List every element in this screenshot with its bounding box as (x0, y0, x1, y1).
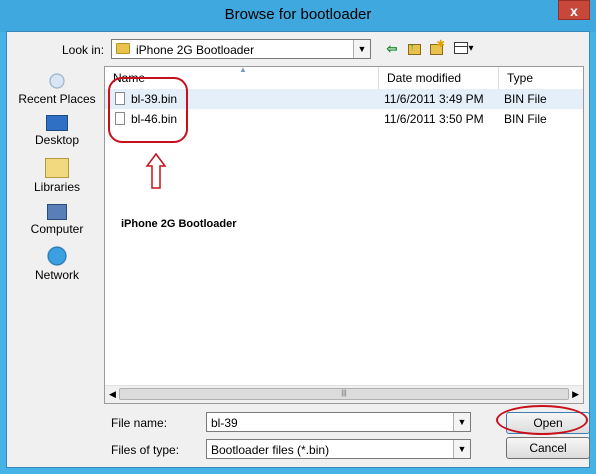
place-label: Desktop (34, 133, 80, 147)
sort-arrow-icon: ▲ (239, 65, 247, 74)
file-name-value: bl-39 (211, 416, 238, 430)
new-folder-icon[interactable] (427, 36, 445, 58)
annotation-circle-open (496, 405, 588, 435)
column-header-date[interactable]: Date modified (379, 67, 499, 89)
annotation-text: iPhone 2G Bootloader (121, 218, 237, 230)
file-type-dropdown[interactable]: Bootloader files (*.bin) ▼ (206, 439, 471, 459)
back-arrow-icon[interactable]: ⇦ (383, 40, 401, 58)
file-type-label: Files of type: (111, 443, 180, 457)
place-label: Network (34, 268, 79, 282)
window-title: Browse for bootloader (224, 6, 372, 23)
libraries-icon (45, 158, 69, 178)
place-label: Libraries (33, 180, 81, 194)
file-date: 11/6/2011 3:49 PM (384, 92, 484, 106)
annotation-up-arrow-icon (145, 153, 167, 189)
scroll-right-icon[interactable]: ▶ (572, 389, 579, 400)
look-in-label: Look in: (62, 43, 105, 57)
file-date: 11/6/2011 3:50 PM (384, 112, 484, 126)
place-recent-places[interactable]: Recent Places (13, 70, 101, 106)
place-network[interactable]: Network (13, 246, 101, 282)
cancel-button[interactable]: Cancel (506, 437, 590, 459)
chevron-down-icon[interactable]: ▼ (453, 413, 470, 431)
annotation-circle-files (108, 77, 188, 143)
file-type: BIN File (504, 112, 547, 126)
up-folder-icon[interactable] (405, 39, 423, 58)
chevron-down-icon[interactable]: ▼ (353, 40, 370, 58)
place-desktop[interactable]: Desktop (13, 115, 101, 147)
close-button[interactable]: x (558, 0, 590, 20)
place-label: Computer (30, 222, 84, 236)
horizontal-scrollbar[interactable]: ◀ ||| ▶ (105, 385, 583, 403)
dialog-body: Look in: iPhone 2G Bootloader ▼ ⇦ ▾ Rece… (6, 31, 590, 468)
file-type: BIN File (504, 92, 547, 106)
recent-places-icon (45, 70, 69, 90)
column-header-type[interactable]: Type (499, 67, 583, 89)
look-in-value: iPhone 2G Bootloader (136, 43, 255, 57)
title-bar[interactable]: Browse for bootloader x (0, 0, 596, 32)
file-name-label: File name: (111, 416, 168, 430)
scroll-left-icon[interactable]: ◀ (109, 389, 116, 400)
place-libraries[interactable]: Libraries (13, 158, 101, 194)
computer-icon (47, 204, 67, 220)
file-type-value: Bootloader files (*.bin) (211, 443, 330, 457)
view-menu-icon[interactable]: ▾ (451, 40, 477, 58)
chevron-down-icon[interactable]: ▼ (453, 440, 470, 458)
scrollbar-thumb[interactable]: ||| (119, 388, 569, 400)
file-name-input[interactable]: bl-39 ▼ (206, 412, 471, 432)
place-label: Recent Places (18, 92, 96, 106)
desktop-icon (46, 115, 68, 131)
look-in-dropdown[interactable]: iPhone 2G Bootloader ▼ (111, 39, 371, 59)
place-computer[interactable]: Computer (13, 204, 101, 236)
browse-dialog: Browse for bootloader x Look in: iPhone … (0, 0, 596, 474)
folder-icon (116, 43, 130, 54)
network-icon (45, 246, 69, 266)
